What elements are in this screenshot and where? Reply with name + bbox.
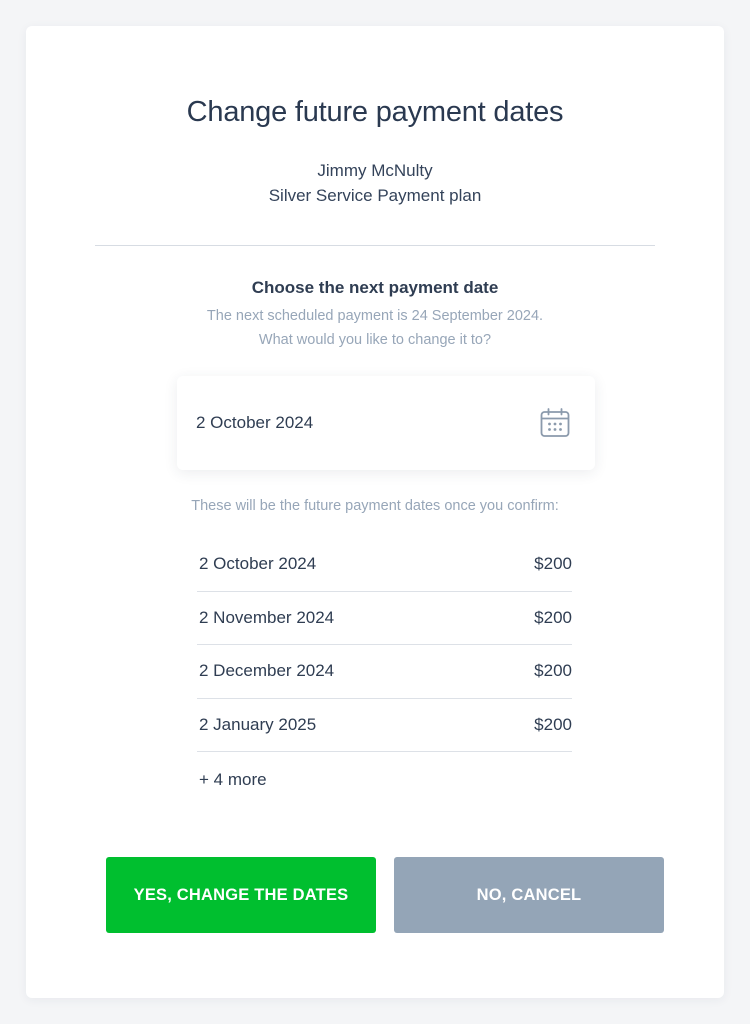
- table-row: 2 December 2024 $200: [197, 645, 572, 699]
- table-row: 2 October 2024 $200: [197, 538, 572, 592]
- payment-date: 2 December 2024: [199, 661, 335, 680]
- dialog-title: Change future payment dates: [186, 96, 564, 128]
- table-row: 2 November 2024 $200: [197, 592, 572, 645]
- future-dates-note: These will be the future payment dates o…: [191, 498, 559, 514]
- current-schedule-text: The next scheduled payment is 24 Septemb…: [206, 308, 544, 324]
- cancel-button[interactable]: NO, CANCEL: [394, 857, 664, 933]
- next-payment-date-input[interactable]: 2 October 2024: [177, 376, 595, 470]
- future-payments-list: 2 October 2024 $200 2 November 2024 $200…: [197, 538, 572, 752]
- payment-amount: $200: [534, 661, 572, 680]
- divider: [95, 245, 655, 246]
- change-dates-dialog: Change future payment dates Jimmy McNult…: [26, 26, 724, 998]
- payment-date: 2 October 2024: [199, 554, 317, 573]
- customer-name: Jimmy McNulty: [317, 161, 433, 180]
- table-row: 2 January 2025 $200: [197, 699, 572, 752]
- payment-amount: $200: [534, 554, 572, 573]
- payment-date: 2 January 2025: [199, 714, 317, 734]
- show-more-link[interactable]: + 4 more: [199, 770, 267, 790]
- date-section-heading: Choose the next payment date: [251, 278, 499, 297]
- selected-date-value: 2 October 2024: [196, 413, 314, 432]
- payment-amount: $200: [534, 607, 572, 627]
- payment-date: 2 November 2024: [199, 607, 335, 627]
- calendar-icon[interactable]: [539, 407, 571, 439]
- change-prompt-text: What would you like to change it to?: [258, 332, 492, 348]
- payment-amount: $200: [534, 714, 572, 734]
- plan-name: Silver Service Payment plan: [268, 186, 482, 205]
- confirm-change-button[interactable]: YES, CHANGE THE DATES: [106, 857, 376, 933]
